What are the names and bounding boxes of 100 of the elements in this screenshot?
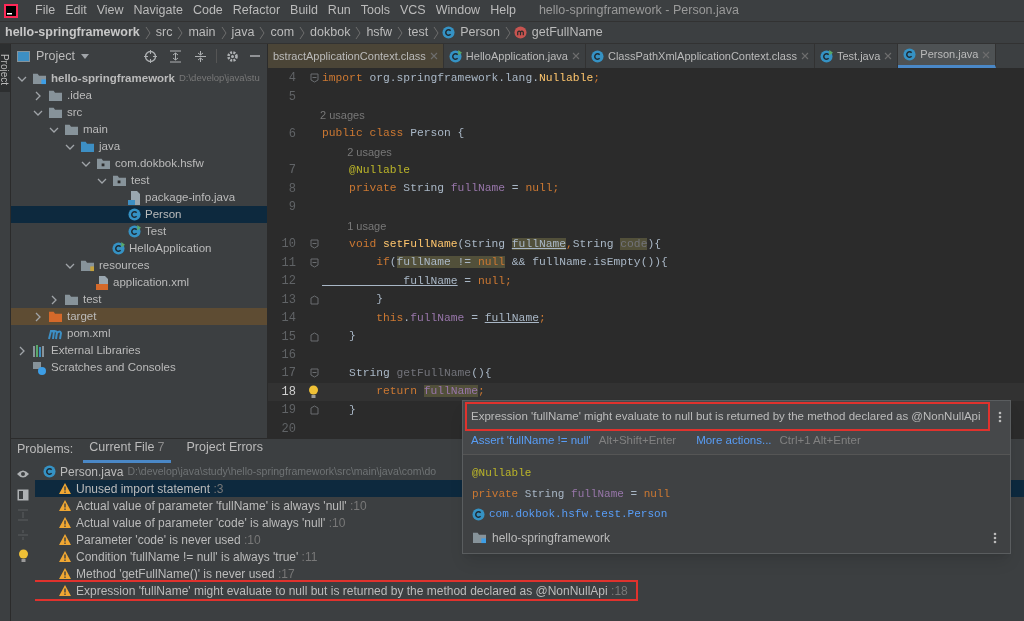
settings-icon[interactable] bbox=[226, 49, 239, 63]
tree-item-label: src bbox=[67, 104, 83, 120]
usages-hint[interactable]: 2 usages bbox=[320, 106, 365, 124]
folder-icon bbox=[64, 123, 79, 136]
tree-item[interactable]: package-info.java bbox=[11, 189, 267, 206]
menu-item[interactable]: Help bbox=[485, 1, 521, 20]
action-link[interactable]: Assert 'fullName != null' bbox=[471, 431, 591, 449]
menu-item[interactable]: VCS bbox=[395, 1, 431, 20]
menu-item[interactable]: Run bbox=[322, 1, 356, 20]
breadcrumb-separator-icon bbox=[299, 25, 306, 40]
expand-all-icon[interactable] bbox=[169, 49, 182, 63]
editor-tab[interactable]: ClassPathXmlApplicationContext.class bbox=[586, 44, 815, 68]
breadcrumb-item[interactable]: main bbox=[186, 23, 218, 42]
menu-item[interactable]: Edit bbox=[60, 1, 92, 20]
tree-item[interactable]: test bbox=[11, 291, 267, 308]
line-number: 7 bbox=[288, 163, 296, 178]
tree-item-label: main bbox=[83, 121, 108, 137]
tree-item[interactable]: java bbox=[11, 138, 267, 155]
chevron-right-icon[interactable] bbox=[33, 90, 43, 101]
chevron-right-icon[interactable] bbox=[17, 345, 27, 356]
code-line: String getFullName(){ bbox=[348, 366, 492, 381]
problem-text: Actual value of parameter 'fullName' is always 'null' :10 bbox=[76, 497, 367, 515]
usages-hint[interactable]: 2 usages bbox=[347, 143, 392, 161]
dropdown-caret-icon[interactable] bbox=[80, 53, 89, 59]
menu-item[interactable]: Tools bbox=[355, 1, 395, 20]
locate-icon[interactable] bbox=[144, 49, 157, 63]
preview-icon[interactable] bbox=[17, 489, 29, 501]
tree-item[interactable]: pom.xml bbox=[11, 325, 267, 342]
tree-item[interactable]: test bbox=[11, 172, 267, 189]
action-link[interactable]: More actions... bbox=[696, 431, 772, 449]
tree-item[interactable]: Person bbox=[11, 206, 267, 223]
tree-item[interactable]: Test bbox=[11, 223, 267, 240]
xml-file-icon bbox=[96, 275, 109, 290]
fold-marker-icon[interactable] bbox=[310, 331, 319, 342]
lightbulb-icon[interactable] bbox=[17, 549, 29, 563]
menu-item[interactable]: Window bbox=[430, 1, 486, 20]
chevron-right-icon[interactable] bbox=[33, 311, 43, 322]
fold-marker-icon[interactable] bbox=[310, 405, 319, 416]
tree-item[interactable]: main bbox=[11, 121, 267, 138]
folder-icon bbox=[80, 140, 95, 153]
problem-item[interactable]: Method 'getFullName()' is never used :17 bbox=[35, 565, 303, 582]
code-line: if(fullName != null && fullName.isEmpty()){ bbox=[375, 255, 668, 271]
collapse-all-icon[interactable] bbox=[194, 49, 207, 63]
menu-item[interactable]: Code bbox=[187, 1, 228, 20]
tree-item[interactable]: resources bbox=[11, 257, 267, 274]
tree-item[interactable]: target bbox=[11, 308, 267, 325]
folder-icon bbox=[48, 89, 63, 102]
panel-title[interactable]: Project bbox=[36, 46, 75, 66]
fold-marker-icon[interactable] bbox=[310, 294, 319, 305]
line-number: 19 bbox=[281, 403, 296, 418]
menu-item[interactable]: File bbox=[30, 1, 61, 20]
problem-item[interactable]: Parameter 'code' is never used :10 bbox=[35, 531, 269, 548]
menu-item[interactable]: Navigate bbox=[128, 1, 188, 20]
breadcrumb-item[interactable]: src bbox=[153, 23, 175, 42]
code-line: } bbox=[348, 402, 356, 418]
tree-item[interactable]: com.dokbok.hsfw bbox=[11, 155, 267, 172]
breadcrumb-item[interactable]: getFullName bbox=[529, 23, 605, 42]
tree-item-label: Test bbox=[145, 223, 167, 239]
chevron-right-icon[interactable] bbox=[49, 294, 59, 305]
fold-marker-icon[interactable] bbox=[310, 368, 319, 379]
fold-marker-icon[interactable] bbox=[310, 73, 319, 84]
class-link[interactable]: com.dokbok.hsfw.test.Person bbox=[489, 506, 668, 523]
breadcrumb-item[interactable]: hsfw bbox=[364, 23, 395, 42]
problem-item[interactable]: Condition 'fullName != null' is always 'true' :11 bbox=[35, 548, 326, 565]
tab-label: bstractApplicationContext.class bbox=[273, 48, 426, 64]
editor-tab[interactable]: bstractApplicationContext.class bbox=[268, 44, 444, 68]
tree-item[interactable]: HelloApplication bbox=[11, 240, 267, 257]
breadcrumb-item[interactable]: com bbox=[268, 23, 297, 42]
tree-item[interactable]: src bbox=[11, 104, 267, 121]
code-line: void setFullName(String fullName,String code){ bbox=[348, 236, 661, 252]
more-options-icon[interactable] bbox=[998, 410, 1002, 423]
problem-item[interactable]: Actual value of parameter 'fullName' is always 'null' :10 bbox=[35, 497, 375, 514]
breadcrumb-separator-icon bbox=[504, 25, 511, 40]
warning-icon bbox=[59, 517, 71, 528]
lightbulb-icon[interactable] bbox=[308, 384, 319, 399]
class-icon bbox=[591, 49, 604, 63]
more-options-icon[interactable] bbox=[993, 531, 997, 544]
editor-tab[interactable]: HelloApplication.java bbox=[443, 44, 586, 68]
breadcrumb-item[interactable]: java bbox=[229, 23, 257, 42]
breadcrumb-item[interactable]: Person bbox=[458, 23, 502, 42]
tree-item[interactable]: .idea bbox=[11, 87, 267, 104]
tab-label: ClassPathXmlApplicationContext.class bbox=[608, 48, 797, 64]
fold-marker-icon[interactable] bbox=[310, 239, 319, 250]
breadcrumb-item[interactable]: test bbox=[406, 23, 431, 42]
editor-tab[interactable]: Person.java bbox=[898, 44, 997, 68]
tree-item[interactable]: Scratches and Consoles bbox=[11, 359, 267, 376]
window-title: hello-springframework - Person.java bbox=[538, 2, 739, 20]
fold-marker-icon[interactable] bbox=[310, 257, 319, 268]
tree-item[interactable]: External Libraries bbox=[11, 342, 267, 359]
menu-item[interactable]: View bbox=[91, 1, 129, 20]
breadcrumb-item[interactable]: dokbok bbox=[308, 23, 353, 42]
menu-item[interactable]: Refactor bbox=[227, 1, 286, 20]
breadcrumb-item[interactable]: hello-springframework bbox=[3, 23, 142, 42]
problems-tab[interactable]: Project Errors bbox=[180, 438, 269, 463]
problem-item[interactable]: Actual value of parameter 'code' is always 'null' :10 bbox=[35, 514, 354, 531]
problems-tab[interactable]: Current File 7 bbox=[83, 438, 171, 463]
tree-item[interactable]: application.xml bbox=[11, 274, 267, 291]
usages-hint[interactable]: 1 usage bbox=[347, 217, 387, 235]
code-line: private String fullName = null; bbox=[348, 181, 560, 197]
menu-item[interactable]: Build bbox=[285, 1, 323, 20]
